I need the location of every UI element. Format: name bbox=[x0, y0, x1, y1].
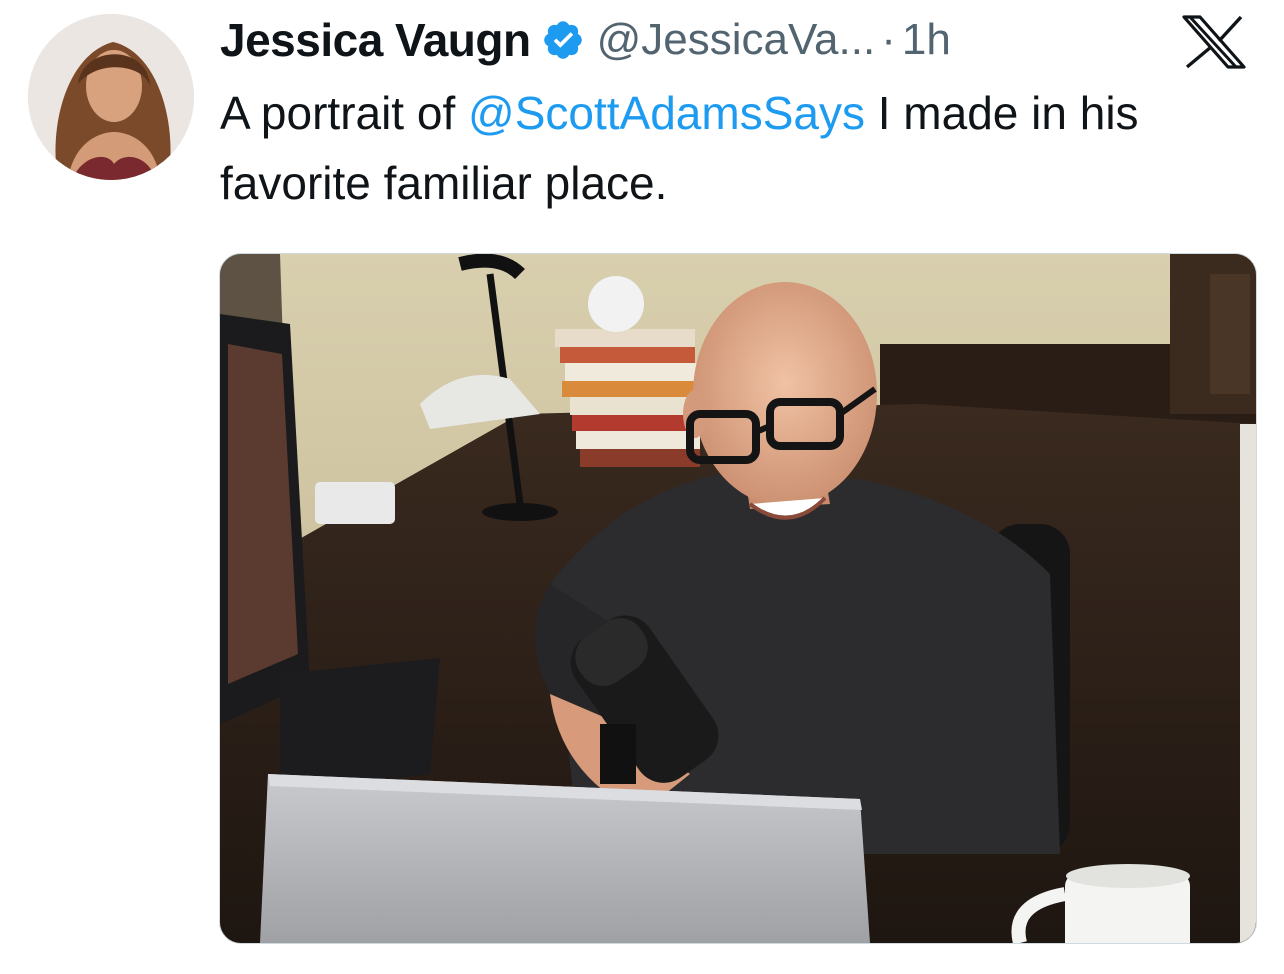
verified-badge-icon bbox=[543, 21, 582, 59]
tweet-text-start: A portrait of bbox=[220, 87, 469, 139]
author-avatar[interactable] bbox=[28, 14, 194, 180]
author-display-name[interactable]: Jessica Vaugn bbox=[220, 13, 531, 67]
tweet-text: A portrait of @ScottAdamsSays I made in … bbox=[220, 78, 1260, 218]
tweet-header: Jessica Vaugn @JessicaVa... · 1h bbox=[220, 8, 951, 72]
avatar-image bbox=[28, 14, 194, 180]
author-handle[interactable]: @JessicaVa... bbox=[597, 15, 876, 65]
mention-link[interactable]: @ScottAdamsSays bbox=[468, 87, 865, 139]
x-logo-icon[interactable] bbox=[1178, 14, 1250, 70]
tweet-timestamp[interactable]: 1h bbox=[902, 15, 951, 65]
photo-image bbox=[220, 254, 1256, 943]
tweet-media-photo[interactable] bbox=[219, 253, 1257, 944]
separator-dot: · bbox=[881, 15, 896, 64]
